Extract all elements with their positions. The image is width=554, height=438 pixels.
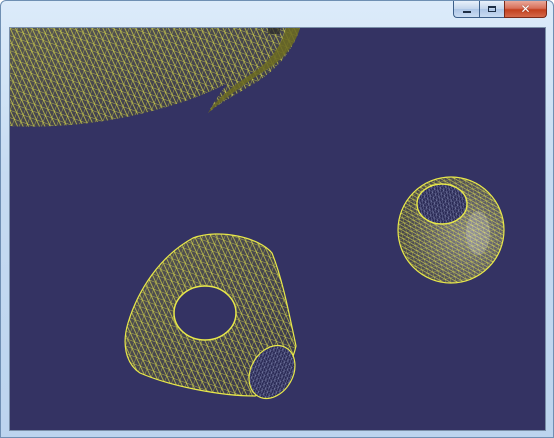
minimize-button[interactable] [453, 1, 479, 18]
3d-viewport[interactable] [9, 27, 546, 431]
window-controls: ✕ [453, 1, 547, 19]
title-bar[interactable]: ✕ [1, 1, 553, 25]
hollow-sphere [397, 176, 505, 284]
close-button[interactable]: ✕ [504, 1, 547, 18]
truncated-cone-with-hole [124, 233, 297, 400]
minimize-icon [462, 10, 471, 13]
app-window: ✕ [0, 0, 554, 438]
swept-surface-top-left [10, 28, 300, 127]
close-icon: ✕ [520, 2, 531, 16]
maximize-button[interactable] [479, 1, 504, 18]
maximize-icon [488, 6, 496, 12]
